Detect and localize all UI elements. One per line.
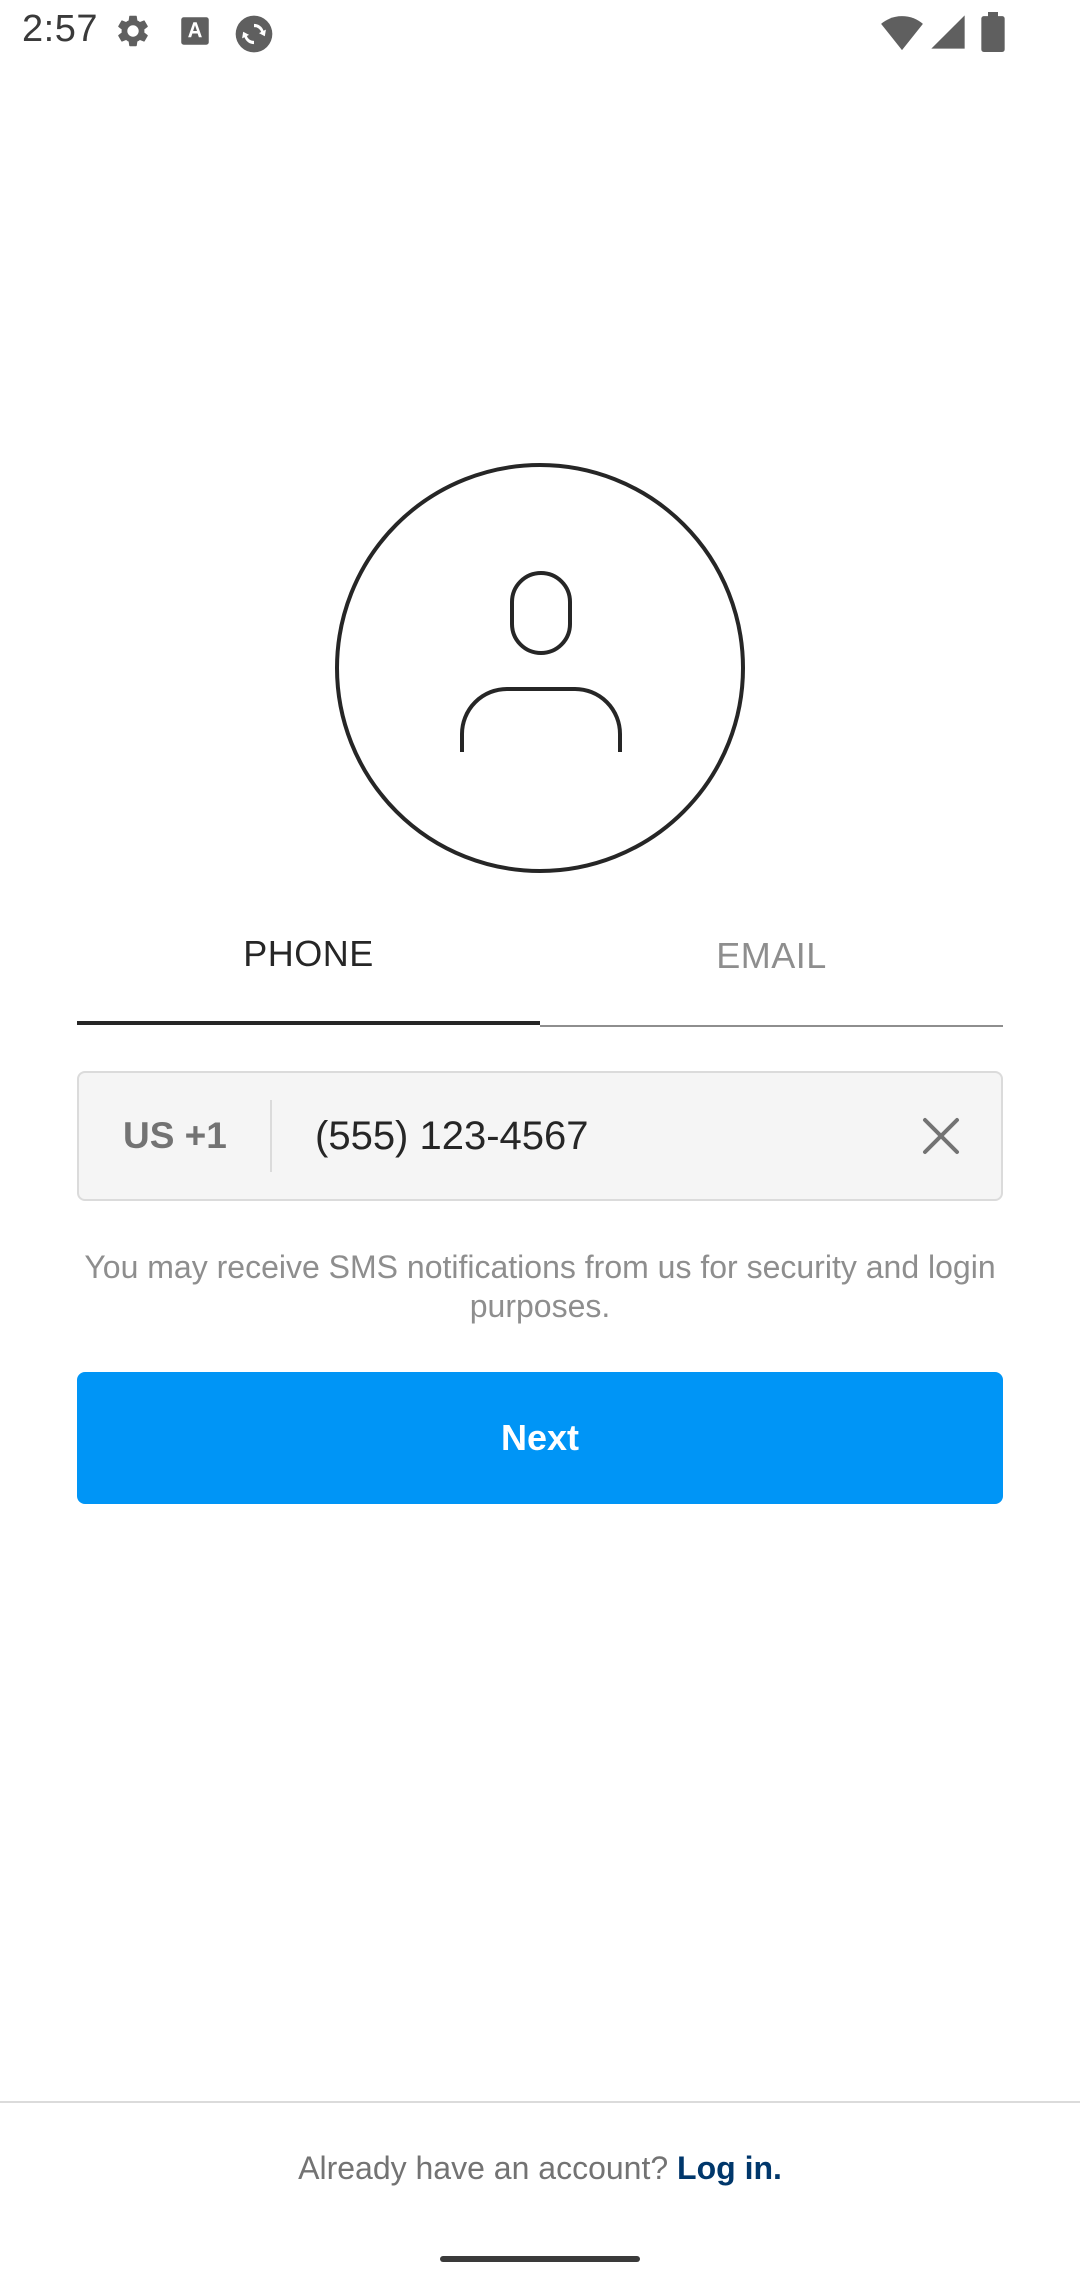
home-indicator[interactable] [440,2256,640,2262]
status-bar: 2:57 [0,0,1080,64]
tab-phone[interactable]: PHONE [77,915,540,1025]
country-code-selector[interactable]: US +1 [123,1073,227,1199]
footer-text: Already have an account? [298,2150,678,2186]
signup-method-tabs: PHONE EMAIL [77,915,1003,1029]
footer-divider [0,2101,1080,2103]
login-link[interactable]: Log in. [677,2150,782,2186]
clear-icon[interactable] [919,1114,963,1158]
wifi-icon [881,16,923,51]
signal-icon [931,15,965,49]
battery-icon [981,12,1005,52]
tab-email[interactable]: EMAIL [540,915,1003,1027]
phone-number-input[interactable]: (555) 123-4567 [315,1073,589,1199]
field-divider [270,1100,272,1172]
status-time: 2:57 [22,8,98,50]
phone-field: US +1 (555) 123-4567 [77,1071,1003,1201]
profile-avatar-icon [335,463,745,873]
footer: Already have an account? Log in. [0,2150,1080,2187]
font-icon [181,17,209,45]
sms-notice: You may receive SMS notifications from u… [84,1249,996,1324]
sync-icon [235,15,273,53]
next-button[interactable]: Next [77,1372,1003,1504]
gear-icon [118,15,148,47]
